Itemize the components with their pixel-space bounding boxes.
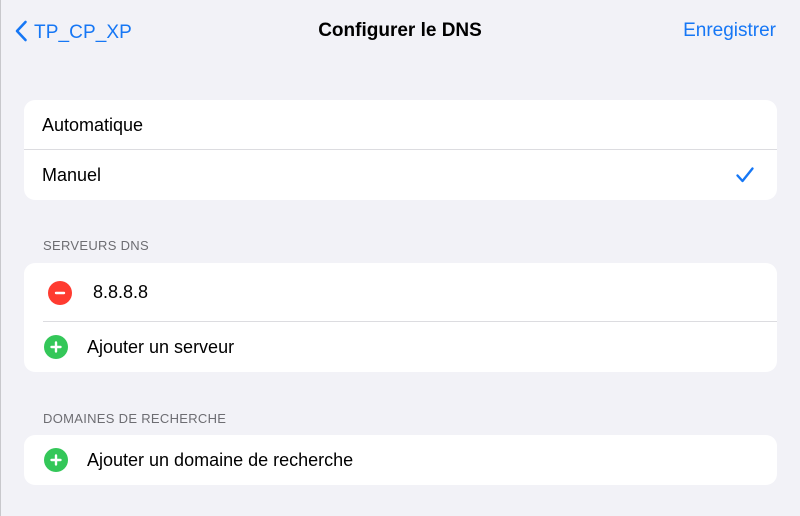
mode-option-manual[interactable]: Manuel	[24, 150, 777, 200]
dns-mode-group: Automatique Manuel	[24, 100, 777, 200]
add-server-label: Ajouter un serveur	[87, 336, 235, 357]
dns-servers-group: 8.8.8.8 Ajouter un serveur	[24, 263, 777, 372]
add-server-row[interactable]: Ajouter un serveur	[24, 322, 777, 372]
navigation-bar: TP_CP_XP Configurer le DNS Enregistrer	[0, 0, 800, 66]
dns-config-page: TP_CP_XP Configurer le DNS Enregistrer A…	[0, 0, 800, 516]
mode-option-label: Manuel	[42, 164, 102, 185]
save-button[interactable]: Enregistrer	[683, 20, 776, 42]
left-divider	[0, 0, 1, 516]
dns-server-row[interactable]: 8.8.8.8	[24, 263, 777, 322]
page-title: Configurer le DNS	[318, 20, 482, 41]
mode-option-automatic[interactable]: Automatique	[24, 100, 777, 150]
add-circle-icon	[44, 335, 68, 359]
add-search-domain-row[interactable]: Ajouter un domaine de recherche	[24, 435, 777, 485]
add-circle-icon	[44, 448, 68, 472]
add-search-domain-label: Ajouter un domaine de recherche	[87, 449, 354, 470]
dns-server-address[interactable]: 8.8.8.8	[93, 282, 148, 303]
mode-option-label: Automatique	[42, 114, 144, 135]
search-domains-group: Ajouter un domaine de recherche	[24, 435, 777, 485]
dns-servers-header: SERVEURS DNS	[43, 238, 149, 253]
checkmark-icon	[735, 165, 755, 185]
search-domains-header: DOMAINES DE RECHERCHE	[43, 411, 227, 426]
remove-circle-icon[interactable]	[48, 280, 72, 305]
